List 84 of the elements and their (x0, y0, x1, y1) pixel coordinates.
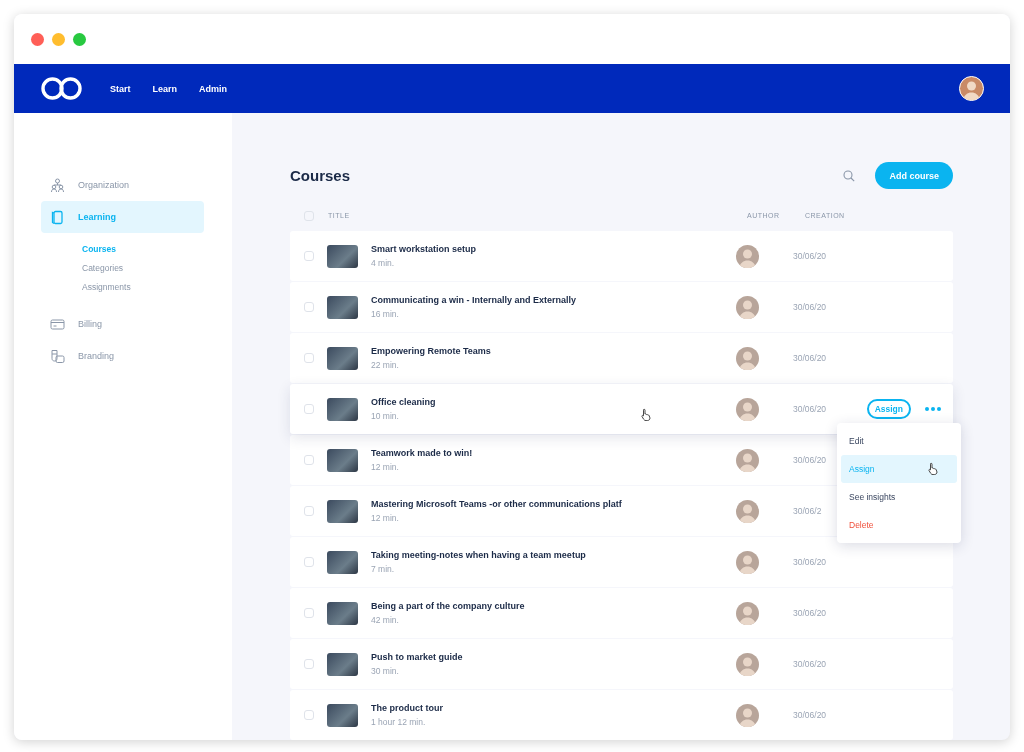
creation-date: 30/06/20 (793, 302, 828, 312)
course-row[interactable]: Office cleaning 10 min. 30/06/20 Assign (290, 384, 953, 434)
author-avatar (736, 601, 759, 625)
creation-date: 30/06/20 (793, 710, 828, 720)
creation-date: 30/06/20 (793, 251, 828, 261)
row-checkbox[interactable] (304, 353, 314, 363)
photo-placeholder (327, 499, 358, 523)
author-avatar (736, 652, 759, 676)
course-duration: 10 min. (371, 411, 399, 421)
photo-placeholder (327, 295, 358, 319)
logo-icon[interactable] (41, 76, 82, 101)
photo-placeholder (327, 601, 358, 625)
course-row[interactable]: The product tour 1 hour 12 min. 30/06/20 (290, 690, 953, 740)
nav-link[interactable]: Admin (199, 83, 228, 94)
row-checkbox[interactable] (304, 710, 314, 720)
creation-date: 30/06/2 (793, 506, 823, 516)
nav-link[interactable]: Start (110, 83, 131, 94)
row-checkbox[interactable] (304, 659, 314, 669)
course-title: Office cleaning (371, 397, 436, 407)
row-checkbox[interactable] (304, 251, 314, 261)
author-avatar (736, 295, 759, 319)
course-duration: 30 min. (371, 666, 399, 676)
course-row[interactable]: Being a part of the company culture 42 min. 30/06/20 (290, 588, 953, 638)
course-duration: 12 min. (371, 513, 399, 523)
window-control[interactable] (31, 32, 44, 46)
course-duration: 1 hour 12 min. (371, 717, 426, 727)
author-avatar (736, 244, 759, 268)
course-row[interactable]: Push to market guide 30 min. 30/06/20 (290, 639, 953, 689)
photo-placeholder (327, 346, 358, 370)
row-checkbox[interactable] (304, 608, 314, 618)
billing-icon (50, 316, 65, 332)
creation-date: 30/06/20 (793, 557, 828, 567)
author-avatar (736, 499, 759, 523)
row-checkbox[interactable] (304, 404, 314, 414)
author-avatar (736, 550, 759, 574)
course-duration: 12 min. (371, 462, 399, 472)
creation-date: 30/06/20 (793, 353, 828, 363)
course-duration: 16 min. (371, 309, 399, 319)
course-title: Smart workstation setup (371, 244, 477, 254)
course-row[interactable]: Communicating a win - Internally and Externally 16 min. 30/06/20 (290, 282, 953, 332)
row-checkbox[interactable] (304, 302, 314, 312)
course-duration: 22 min. (371, 360, 399, 370)
nav-link[interactable]: Learn (152, 83, 178, 94)
photo-placeholder (327, 244, 358, 268)
photo-placeholder (327, 397, 358, 421)
window-control[interactable] (52, 32, 65, 46)
course-title: Teamwork made to win! (371, 448, 473, 458)
author-avatar (736, 397, 759, 421)
creation-date: 30/06/20 (793, 608, 828, 618)
course-duration: 42 min. (371, 615, 399, 625)
search-icon[interactable] (843, 169, 856, 182)
hand-cursor-icon (641, 408, 652, 421)
page-title: Courses (290, 167, 352, 184)
course-title: The product tour (371, 703, 443, 713)
row-checkbox[interactable] (304, 557, 314, 567)
photo-placeholder (327, 652, 358, 676)
author-avatar (736, 703, 759, 727)
photo-placeholder (327, 703, 358, 727)
course-duration: 7 min. (371, 564, 395, 574)
hand-cursor-icon (928, 462, 939, 475)
branding-icon (50, 348, 65, 364)
course-title: Empowering Remote Teams (371, 346, 491, 356)
row-checkbox[interactable] (304, 506, 314, 516)
creation-date: 30/06/20 (793, 659, 828, 669)
course-title: Communicating a win - Internally and Externally (371, 295, 577, 305)
window-control[interactable] (73, 32, 86, 46)
learning-icon (50, 209, 65, 225)
photo-placeholder (327, 550, 358, 574)
photo-placeholder (327, 448, 358, 472)
organization-icon (50, 177, 65, 193)
user-avatar[interactable] (959, 76, 984, 101)
course-title: Being a part of the company culture (371, 601, 525, 611)
creation-date: 30/06/20 (793, 404, 828, 414)
course-row[interactable]: Taking meeting-notes when having a team meetup 7 min. 30/06/20 (290, 537, 953, 587)
row-checkbox[interactable] (304, 455, 314, 465)
course-row[interactable]: Empowering Remote Teams 22 min. 30/06/20 (290, 333, 953, 383)
course-title: Mastering Microsoft Teams -or other communications platf (371, 499, 622, 509)
author-avatar (736, 346, 759, 370)
creation-date: 30/06/20 (793, 455, 828, 465)
course-title: Taking meeting-notes when having a team meetup (371, 550, 586, 560)
course-row[interactable]: Smart workstation setup 4 min. 30/06/20 (290, 231, 953, 281)
course-title: Push to market guide (371, 652, 463, 662)
course-duration: 4 min. (371, 258, 395, 268)
author-avatar (736, 448, 759, 472)
